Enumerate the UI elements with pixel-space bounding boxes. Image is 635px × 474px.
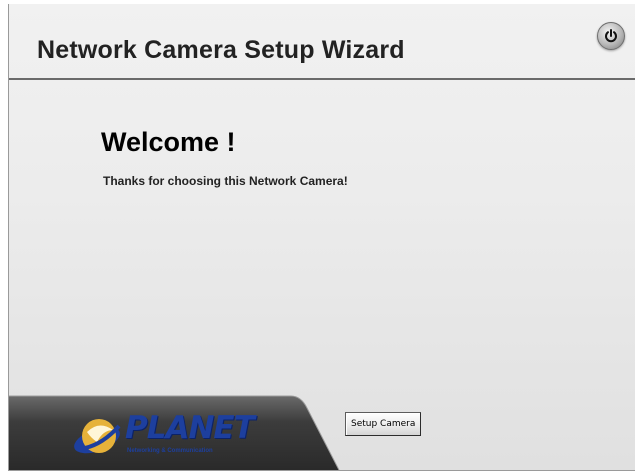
setup-camera-button[interactable]: Setup Camera — [345, 412, 422, 436]
title-divider — [9, 78, 635, 80]
globe-icon — [74, 419, 121, 454]
page-title: Network Camera Setup Wizard — [37, 36, 405, 64]
wizard-window: Network Camera Setup Wizard Welcome ! Th… — [8, 4, 635, 471]
welcome-message: Thanks for choosing this Network Camera! — [103, 174, 348, 188]
planet-logo: PLANET Networking & Communication — [69, 408, 255, 464]
power-icon — [605, 29, 617, 43]
welcome-heading: Welcome ! — [101, 127, 236, 157]
logo-tagline: Networking & Communication — [127, 448, 213, 454]
logo-wordmark: PLANET — [125, 410, 255, 446]
power-button[interactable] — [597, 22, 625, 50]
